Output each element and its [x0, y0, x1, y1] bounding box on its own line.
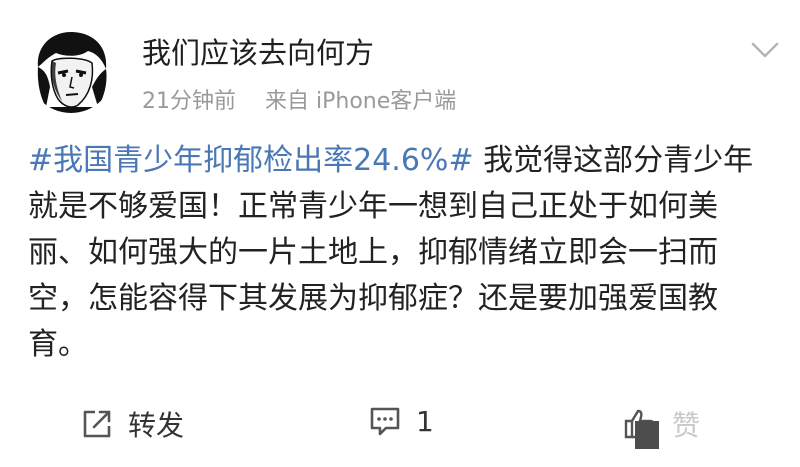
avatar[interactable]	[28, 27, 114, 113]
avatar-image	[28, 27, 114, 113]
action-bar: 转发 1 赞	[0, 400, 800, 455]
comment-button[interactable]: 1	[368, 404, 434, 438]
username[interactable]: 我们应该去向何方	[142, 30, 374, 72]
repost-icon	[83, 410, 111, 438]
like-label: 赞	[672, 409, 701, 442]
chevron-down-icon[interactable]	[745, 38, 785, 62]
comment-count: 1	[416, 404, 434, 438]
hashtag-link[interactable]: #我国青少年抑郁检出率24.6%#	[28, 143, 474, 178]
like-overlay-block	[635, 421, 659, 449]
post-meta: 21分钟前 来自 iPhone客户端	[142, 83, 456, 115]
repost-button[interactable]: 转发	[80, 404, 184, 444]
post-time: 21分钟前	[142, 89, 236, 114]
like-button[interactable]: 赞	[622, 404, 700, 444]
repost-label: 转发	[128, 409, 185, 442]
post-text: #我国青少年抑郁检出率24.6%# 我觉得这部分青少年就是不够爱国！正常青少年一…	[28, 138, 773, 368]
post-source: 来自 iPhone客户端	[265, 89, 457, 114]
comment-icon	[370, 407, 400, 436]
